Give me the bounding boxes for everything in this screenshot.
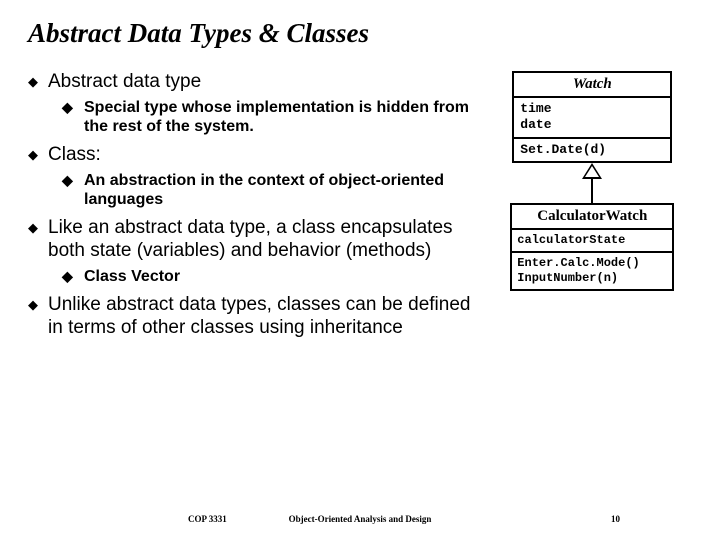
uml-class-attributes: time date (514, 98, 670, 139)
sub-bullet-item: ◆ An abstraction in the context of objec… (62, 171, 487, 209)
bullet-text: Class: (48, 144, 101, 167)
slide-body: ◆ Abstract data type ◆ Special type whos… (28, 71, 692, 344)
disc-icon: ◆ (62, 98, 84, 116)
uml-class-child: CalculatorWatch calculatorState Enter.Ca… (510, 203, 674, 291)
diamond-icon: ◆ (28, 144, 48, 166)
bullet-item: ◆ Like an abstract data type, a class en… (28, 217, 487, 263)
disc-icon: ◆ (62, 171, 84, 189)
uml-class-operations: Set.Date(d) (514, 139, 670, 161)
bullet-item: ◆ Abstract data type (28, 71, 487, 94)
uml-diagram: Watch time date Set.Date(d) CalculatorWa… (493, 71, 692, 291)
bullet-item: ◆ Class: (28, 144, 487, 167)
slide-title: Abstract Data Types & Classes (28, 18, 692, 49)
sub-bullet-item: ◆ Special type whose implementation is h… (62, 98, 487, 136)
bullet-item: ◆ Unlike abstract data types, classes ca… (28, 294, 487, 340)
diamond-icon: ◆ (28, 71, 48, 93)
uml-class-name: Watch (514, 73, 670, 98)
diamond-icon: ◆ (28, 217, 48, 239)
inheritance-arrow-icon (591, 163, 593, 203)
uml-class-parent: Watch time date Set.Date(d) (512, 71, 672, 163)
disc-icon: ◆ (62, 267, 84, 285)
footer-right: 10 (611, 514, 620, 524)
sub-bullet-text: An abstraction in the context of object-… (84, 171, 487, 209)
uml-class-attributes: calculatorState (512, 230, 672, 253)
diamond-icon: ◆ (28, 294, 48, 316)
text-column: ◆ Abstract data type ◆ Special type whos… (28, 71, 487, 344)
uml-class-name: CalculatorWatch (512, 205, 672, 230)
sub-bullet-text: Special type whose implementation is hid… (84, 98, 487, 136)
bullet-text: Abstract data type (48, 71, 201, 94)
bullet-text: Unlike abstract data types, classes can … (48, 294, 487, 340)
slide: Abstract Data Types & Classes ◆ Abstract… (0, 0, 720, 540)
bullet-text: Like an abstract data type, a class enca… (48, 217, 487, 263)
sub-bullet-item: ◆ Class Vector (62, 267, 487, 286)
triangle-icon (582, 163, 602, 179)
uml-class-operations: Enter.Calc.Mode() InputNumber(n) (512, 253, 672, 289)
line-icon (591, 179, 593, 203)
sub-bullet-text: Class Vector (84, 267, 180, 286)
